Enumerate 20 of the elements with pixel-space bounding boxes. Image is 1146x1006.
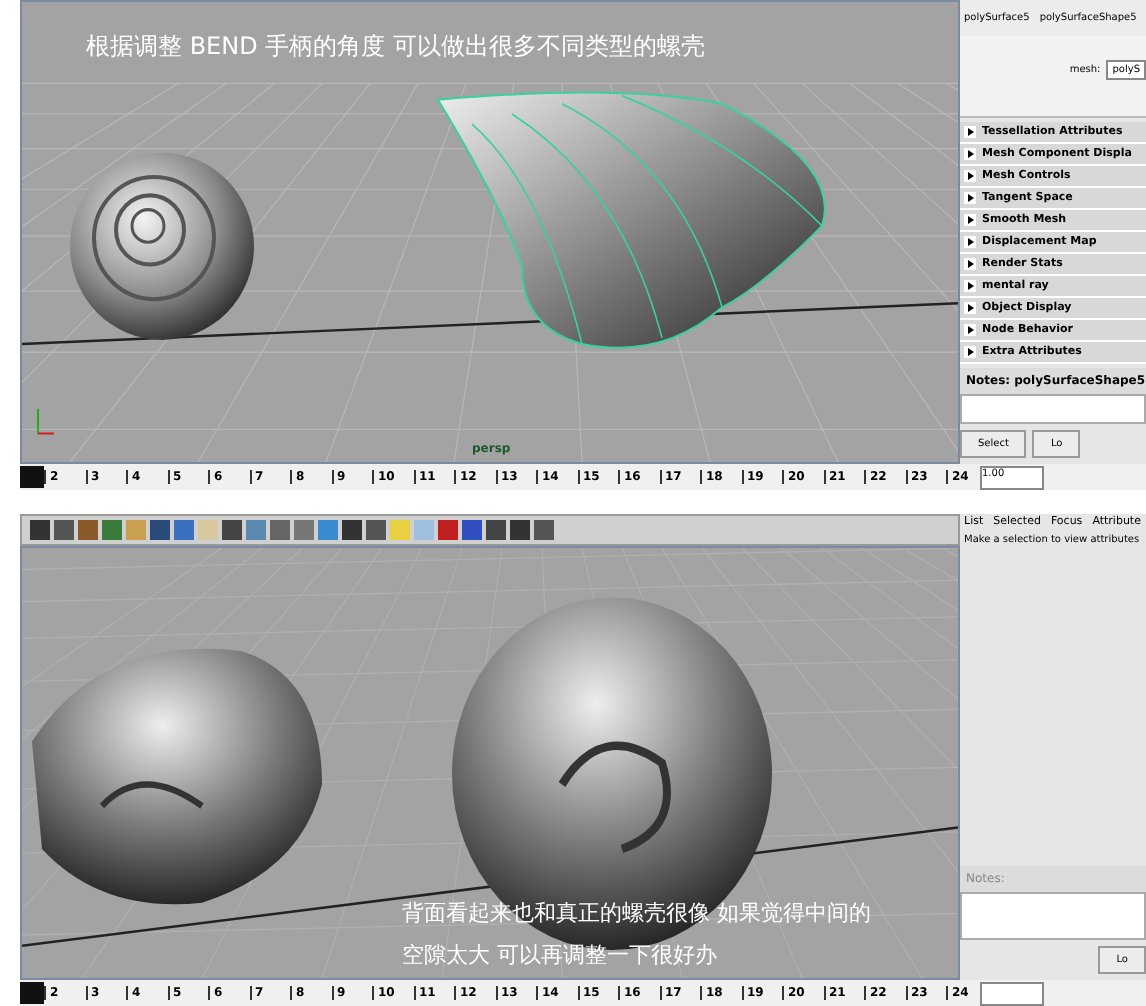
expand-arrow-icon bbox=[964, 214, 976, 226]
caption-text: 空隙太大 可以再调整一下很好办 bbox=[402, 940, 719, 970]
expand-arrow-icon bbox=[964, 148, 976, 160]
current-frame-marker[interactable] bbox=[20, 982, 44, 1004]
expand-arrow-icon bbox=[964, 236, 976, 248]
expand-arrow-icon bbox=[964, 126, 976, 138]
notes-field[interactable] bbox=[960, 892, 1146, 940]
expand-arrow-icon bbox=[964, 170, 976, 182]
expand-arrow-icon bbox=[964, 346, 976, 358]
expand-arrow-icon bbox=[964, 280, 976, 292]
notes-field[interactable] bbox=[960, 394, 1146, 424]
current-frame-marker[interactable] bbox=[20, 466, 44, 488]
caption-text: 根据调整 BEND 手柄的角度 可以做出很多不同类型的螺壳 bbox=[86, 30, 705, 64]
expand-arrow-icon bbox=[964, 192, 976, 204]
expand-arrow-icon bbox=[964, 324, 976, 336]
caption-text: 背面看起来也和真正的螺壳很像 如果觉得中间的 bbox=[402, 898, 871, 928]
axis-gizmo-icon bbox=[37, 409, 54, 435]
frame-field[interactable] bbox=[980, 981, 1044, 1005]
expand-arrow-icon bbox=[964, 302, 976, 314]
expand-arrow-icon bbox=[964, 258, 976, 270]
